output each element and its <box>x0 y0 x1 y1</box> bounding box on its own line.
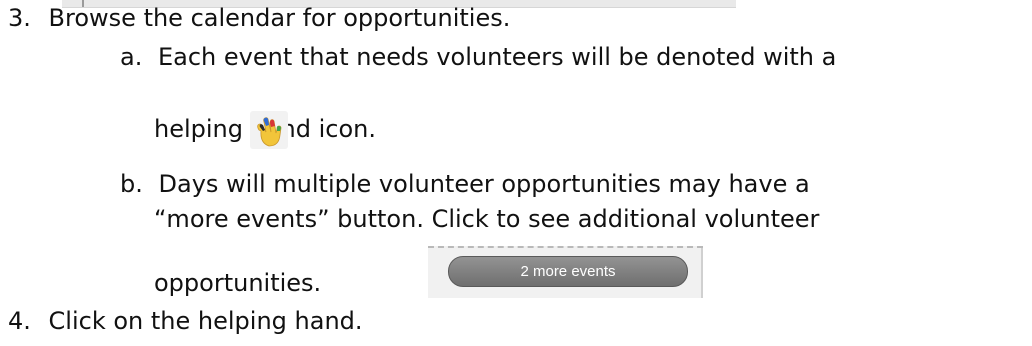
substep-b: b. Days will multiple volunteer opportun… <box>120 169 810 199</box>
substep-letter: a. <box>120 43 143 71</box>
screenshot-edge <box>701 248 703 298</box>
substep-b-line3: opportunities. <box>154 269 322 297</box>
step-4: 4. Click on the helping hand. <box>8 306 363 336</box>
substep-a-line1: Each event that needs volunteers will be… <box>157 43 837 71</box>
step-3: 3. Browse the calendar for opportunities… <box>8 3 510 33</box>
substep-b-line1: Days will multiple volunteer opportuniti… <box>158 170 810 198</box>
substep-b-line2: “more events” button. Click to see addit… <box>154 205 820 233</box>
step-number: 3. <box>8 4 31 32</box>
substep-letter: b. <box>120 170 143 198</box>
step-text: Click on the helping hand. <box>48 307 363 335</box>
step-text: Browse the calendar for opportunities. <box>48 4 511 32</box>
more-events-screenshot: 2 more events <box>428 246 703 298</box>
step-number: 4. <box>8 307 31 335</box>
substep-a: a. Each event that needs volunteers will… <box>120 42 836 72</box>
more-events-button[interactable]: 2 more events <box>448 256 688 287</box>
substep-b-cont: “more events” button. Click to see addit… <box>154 204 819 234</box>
substep-b-cont2: opportunities. <box>154 268 321 298</box>
helping-hand-icon <box>250 111 288 149</box>
